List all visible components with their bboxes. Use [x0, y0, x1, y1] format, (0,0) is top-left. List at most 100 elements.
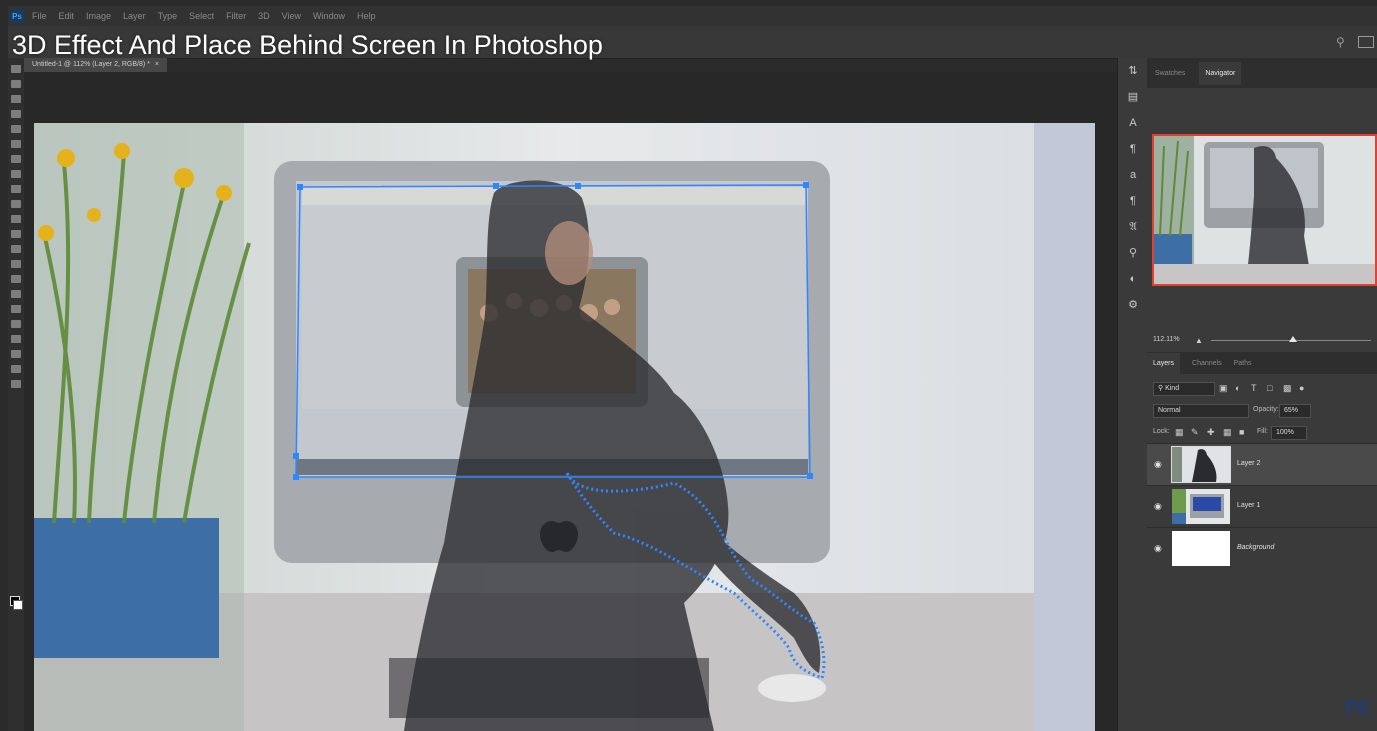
filter-pixel-icon[interactable]: ▣: [1219, 383, 1228, 394]
video-title: 3D Effect And Place Behind Screen In Pho…: [12, 30, 603, 60]
marquee-tool-icon[interactable]: [11, 80, 21, 88]
close-tab-icon[interactable]: ×: [155, 61, 159, 68]
eyedropper-tool-icon[interactable]: [11, 155, 21, 163]
histogram-icon[interactable]: ▤: [1118, 84, 1148, 110]
hand-tool-icon[interactable]: [11, 350, 21, 358]
menu-file[interactable]: File: [32, 11, 47, 21]
search-icon[interactable]: ⚲: [1336, 35, 1345, 49]
filter-kind-select[interactable]: ⚲ Kind: [1153, 382, 1215, 396]
tools-panel: [8, 58, 25, 731]
menu-type[interactable]: Type: [158, 11, 178, 21]
navigator-tabs: Swatches Navigator: [1147, 58, 1377, 88]
navigator-thumbnail-image: [1154, 136, 1375, 284]
menu-3d[interactable]: 3D: [258, 11, 270, 21]
menu-filter[interactable]: Filter: [226, 11, 246, 21]
zoom-value[interactable]: 112.11%: [1153, 336, 1180, 343]
crop-tool-icon[interactable]: [11, 125, 21, 133]
history-icon[interactable]: ⇅: [1118, 58, 1148, 84]
eraser-tool-icon[interactable]: [11, 230, 21, 238]
navigator-preview[interactable]: [1152, 134, 1377, 286]
menu-edit[interactable]: Edit: [59, 11, 75, 21]
tab-layers[interactable]: Layers: [1147, 352, 1181, 374]
frame-tool-icon[interactable]: [11, 140, 21, 148]
document-tab-title: Untitled-1 @ 112% (Layer 2, RGB/8) *: [32, 61, 150, 68]
lock-row: Lock: ▦ ✎ ✚ ▦ ■ Fill: 100%: [1147, 422, 1377, 442]
brush-tool-icon[interactable]: [11, 185, 21, 193]
lock-all-icon[interactable]: ■: [1239, 427, 1244, 437]
opacity-label: Opacity:: [1253, 406, 1279, 413]
menu-help[interactable]: Help: [357, 11, 376, 21]
menu-bar: Ps File Edit Image Layer Type Select Fil…: [8, 6, 1377, 26]
filter-toggle-icon[interactable]: ●: [1299, 383, 1304, 393]
navigator-zoom-row: 112.11% ▲: [1147, 332, 1377, 348]
menu-select[interactable]: Select: [189, 11, 214, 21]
layer-name[interactable]: Layer 2: [1237, 460, 1260, 467]
pen-tool-icon[interactable]: [11, 290, 21, 298]
fill-input[interactable]: 100%: [1271, 426, 1307, 440]
filter-shape-icon[interactable]: □: [1267, 383, 1272, 393]
libraries-icon[interactable]: ⚲: [1118, 240, 1148, 266]
quick-select-tool-icon[interactable]: [11, 110, 21, 118]
more-tools-icon[interactable]: [11, 380, 21, 388]
fill-label: Fill:: [1257, 428, 1268, 435]
background-color-swatch[interactable]: [13, 600, 23, 610]
zoom-slider-thumb[interactable]: [1289, 336, 1297, 342]
filter-adjustment-icon[interactable]: ◐: [1235, 383, 1240, 393]
healing-tool-icon[interactable]: [11, 170, 21, 178]
lasso-tool-icon[interactable]: [11, 95, 21, 103]
zoom-tool-icon[interactable]: [11, 365, 21, 373]
menu-view[interactable]: View: [282, 11, 301, 21]
adjustments-icon[interactable]: ◐: [1118, 266, 1148, 292]
menu-image[interactable]: Image: [86, 11, 111, 21]
layer-row-background[interactable]: ◉ Background: [1147, 527, 1377, 570]
layer-name[interactable]: Background: [1237, 544, 1274, 551]
character-styles-icon[interactable]: a: [1118, 162, 1148, 188]
lock-image-icon[interactable]: ✎: [1191, 427, 1199, 438]
layer-name[interactable]: Layer 1: [1237, 502, 1260, 509]
paragraph-styles-icon[interactable]: ¶: [1118, 188, 1148, 214]
dodge-tool-icon[interactable]: [11, 275, 21, 283]
blend-row: Normal Opacity: 65%: [1147, 400, 1377, 420]
lock-label: Lock:: [1153, 428, 1170, 435]
move-tool-icon[interactable]: [11, 65, 21, 73]
eye-icon[interactable]: ◉: [1154, 543, 1162, 554]
path-select-tool-icon[interactable]: [11, 320, 21, 328]
tab-navigator[interactable]: Navigator: [1199, 61, 1242, 85]
tab-channels[interactable]: Channels: [1192, 360, 1222, 367]
filter-type-icon[interactable]: T: [1251, 383, 1257, 393]
tab-paths[interactable]: Paths: [1234, 360, 1252, 367]
document-canvas[interactable]: [34, 123, 1095, 731]
layer-row-layer-1[interactable]: ◉ Layer 1: [1147, 485, 1377, 528]
eye-icon[interactable]: ◉: [1154, 501, 1162, 512]
menu-window[interactable]: Window: [313, 11, 345, 21]
layer-filter-row: ⚲ Kind ▣ ◐ T □ ▩ ●: [1147, 378, 1377, 398]
menu-layer[interactable]: Layer: [123, 11, 146, 21]
glyphs-icon[interactable]: 𝔄: [1118, 214, 1148, 240]
eye-icon[interactable]: ◉: [1154, 459, 1162, 470]
tab-swatches[interactable]: Swatches: [1153, 67, 1187, 80]
properties-icon[interactable]: ⚙: [1118, 292, 1148, 318]
history-brush-tool-icon[interactable]: [11, 215, 21, 223]
document-tab[interactable]: Untitled-1 @ 112% (Layer 2, RGB/8) * ×: [24, 58, 167, 72]
zoom-out-icon[interactable]: ▲: [1195, 336, 1203, 345]
stamp-tool-icon[interactable]: [11, 200, 21, 208]
layer-row-layer-2[interactable]: ◉ Layer 2: [1147, 443, 1377, 486]
type-tool-icon[interactable]: [11, 305, 21, 313]
layer-thumbnail: [1171, 446, 1231, 483]
canvas-image: [34, 123, 1095, 731]
blur-tool-icon[interactable]: [11, 260, 21, 268]
blend-mode-select[interactable]: Normal: [1153, 404, 1249, 418]
gradient-tool-icon[interactable]: [11, 245, 21, 253]
lock-transparent-icon[interactable]: ▦: [1175, 427, 1184, 438]
lock-position-icon[interactable]: ✚: [1207, 427, 1215, 438]
side-dock: ⇅ ▤ A ¶ a ¶ 𝔄 ⚲ ◐ ⚙: [1117, 58, 1149, 731]
shape-tool-icon[interactable]: [11, 335, 21, 343]
panels-column: Swatches Navigator 112.11% ▲ Layers Chan: [1147, 58, 1377, 731]
paragraph-icon[interactable]: ¶: [1118, 136, 1148, 162]
lock-artboard-icon[interactable]: ▦: [1223, 427, 1232, 438]
workspace-icon[interactable]: [1358, 36, 1374, 48]
filter-kind-label: Kind: [1165, 385, 1180, 392]
opacity-input[interactable]: 65%: [1279, 404, 1311, 418]
character-icon[interactable]: A: [1118, 110, 1148, 136]
filter-smart-object-icon[interactable]: ▩: [1283, 383, 1292, 394]
